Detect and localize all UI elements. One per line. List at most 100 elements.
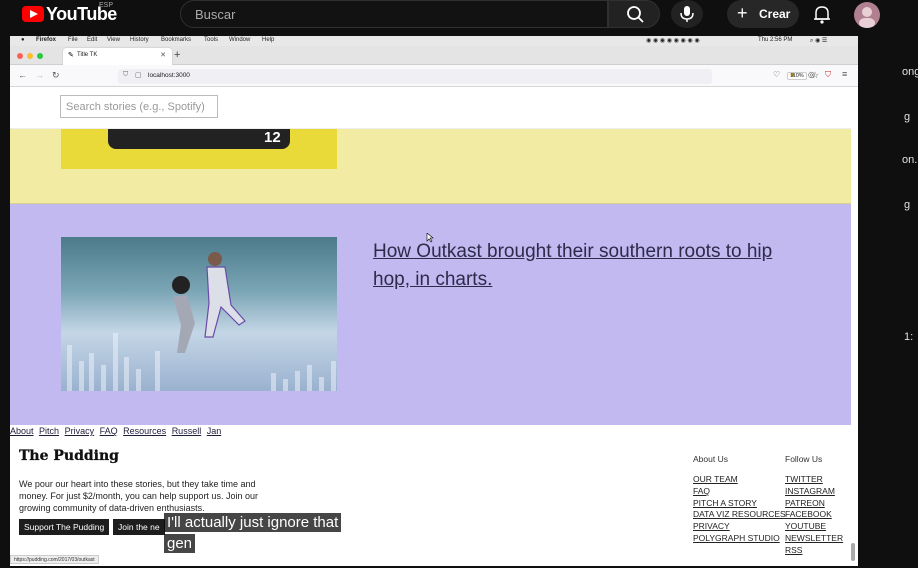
thumbnail-bar (307, 365, 312, 391)
apple-icon[interactable]: ● (21, 37, 25, 43)
follow-item[interactable]: PATREON (785, 498, 825, 508)
about-item[interactable]: DATA VIZ RESOURCES (693, 509, 786, 519)
story-search-input[interactable]: Search stories (e.g., Spotify) (60, 95, 218, 118)
thumbnail-number: 12 (264, 129, 281, 146)
story-title-link[interactable]: How Outkast brought their southern roots… (373, 238, 793, 294)
extension-icon[interactable]: ⛉ (825, 70, 831, 80)
window-close-button[interactable] (17, 53, 23, 59)
url-bar[interactable]: ⛉ ▢ localhost:3000 110% ☆ (118, 69, 819, 84)
youtube-search-placeholder: Buscar (195, 7, 236, 22)
follow-us-heading: Follow Us (785, 454, 823, 464)
youtube-account-avatar[interactable] (854, 2, 880, 28)
footer-link-privacy[interactable]: Privacy (65, 426, 95, 436)
status-icons: ◉ ◉ ◉ ◉ ◉ ◉ ◉ ◉ (646, 38, 700, 44)
tab-close-icon[interactable]: ✕ (160, 51, 166, 59)
url-text: localhost:3000 (148, 72, 190, 79)
footer-link-about[interactable]: About (10, 426, 34, 436)
back-icon[interactable]: ← (18, 70, 27, 80)
thumbnail-bar (136, 369, 141, 391)
menu-hamburger-icon[interactable]: ≡ (842, 69, 847, 79)
thumbnail-bar (89, 353, 94, 391)
follow-item[interactable]: INSTAGRAM (785, 486, 835, 496)
about-item[interactable]: POLYGRAPH STUDIO (693, 533, 780, 543)
youtube-create-button[interactable]: + Crear (727, 0, 799, 28)
menu-bookmarks[interactable]: Bookmarks (161, 37, 191, 43)
menu-history[interactable]: History (130, 37, 149, 43)
firefox-tabbar: ✎ Title TK ✕ + (10, 46, 858, 65)
footer-link-resources[interactable]: Resources (123, 426, 166, 436)
menu-help[interactable]: Help (262, 37, 274, 43)
pudding-support-copy: We pour our heart into these stories, bu… (19, 479, 258, 513)
follow-item[interactable]: RSS (785, 545, 802, 555)
youtube-logo-icon[interactable] (22, 6, 44, 22)
menu-window[interactable]: Window (229, 37, 250, 43)
footer-link-jan[interactable]: Jan (207, 426, 222, 436)
menubar-app-name[interactable]: Firefox (36, 37, 56, 43)
story-thumbnail-yellow[interactable]: 12 (61, 129, 337, 169)
menu-file[interactable]: File (68, 37, 78, 43)
page-info-icon[interactable]: ▢ (135, 71, 142, 79)
youtube-voice-search-button[interactable] (671, 0, 703, 28)
pudding-logo[interactable]: The Pudding (19, 448, 119, 464)
spotlight-icon[interactable]: ⌕ ◉ ☰ (810, 37, 827, 45)
pocket-icon[interactable]: ♡ (773, 70, 780, 79)
thumbnail-bar (79, 361, 84, 391)
follow-item[interactable]: YOUTUBE (785, 521, 826, 531)
mouse-cursor-icon (426, 233, 434, 243)
support-pudding-button[interactable]: Support The Pudding (19, 519, 110, 535)
thumbnail-bar (319, 377, 324, 391)
menu-tools[interactable]: Tools (204, 37, 218, 43)
thumbnail-bar (295, 371, 300, 391)
shared-screen: ● Firefox File Edit View History Bookmar… (10, 36, 858, 566)
follow-item[interactable]: FACEBOOK (785, 509, 832, 519)
join-newsletter-button[interactable]: Join the ne (113, 519, 165, 535)
side-text-fragment: on. (902, 154, 918, 166)
footer-link-faq[interactable]: FAQ (100, 426, 118, 436)
window-minimize-button[interactable] (27, 53, 33, 59)
forward-icon[interactable]: → (35, 70, 44, 80)
footer-link-pitch[interactable]: Pitch (39, 426, 59, 436)
shield-icon[interactable]: ⛉ (123, 71, 128, 79)
thumbnail-bar (331, 361, 336, 391)
video-caption-line: I'll actually just ignore that (164, 513, 342, 532)
youtube-search-button[interactable] (608, 0, 660, 28)
search-icon (627, 6, 644, 23)
youtube-country-code: ESP (99, 2, 114, 9)
footer-link-russell[interactable]: Russell (172, 426, 202, 436)
story-card-yellow[interactable]: 12 (10, 129, 851, 204)
side-text-fragment: 1: (904, 331, 914, 343)
story-thumbnail-outkast[interactable] (61, 237, 337, 391)
about-item[interactable]: PRIVACY (693, 521, 730, 531)
extension-icon[interactable]: ● (790, 70, 795, 79)
reload-icon[interactable]: ↻ (52, 70, 60, 81)
bell-icon (814, 6, 830, 24)
follow-item[interactable]: TWITTER (785, 474, 823, 484)
search-strip: Search stories (e.g., Spotify) (10, 87, 851, 129)
window-zoom-button[interactable] (37, 53, 43, 59)
thumbnail-graphic (108, 129, 290, 149)
page-scrollbar[interactable] (851, 543, 855, 561)
firefox-navbar: ← → ↻ ⛉ ▢ localhost:3000 110% ☆ ♡ ● ◎ ⛉ … (10, 65, 858, 87)
youtube-search-input[interactable]: Buscar (180, 0, 608, 28)
microphone-icon (680, 6, 694, 22)
side-text-fragment: g (904, 111, 911, 123)
about-item[interactable]: PITCH A STORY (693, 498, 757, 508)
outkast-figures-illustration (172, 252, 246, 353)
about-item[interactable]: FAQ (693, 486, 710, 496)
youtube-notifications-button[interactable] (812, 3, 832, 25)
follow-item[interactable]: NEWSLETTER (785, 533, 843, 543)
about-us-heading: About Us (693, 454, 728, 464)
menu-edit[interactable]: Edit (87, 37, 97, 43)
thumbnail-bar (124, 357, 129, 391)
extension-icon[interactable]: ◎ (808, 70, 815, 79)
plus-icon: + (737, 3, 748, 23)
about-item[interactable]: OUR TEAM (693, 474, 738, 484)
new-tab-button[interactable]: + (174, 49, 180, 61)
thumbnail-bar (271, 373, 276, 391)
menu-view[interactable]: View (107, 37, 120, 43)
youtube-create-label: Crear (759, 7, 791, 21)
status-bar-url: https://pudding.com/2017/03/outkast (10, 555, 99, 564)
thumbnail-bar (101, 365, 106, 391)
side-text-fragment: ong (902, 66, 918, 78)
browser-tab[interactable]: ✎ Title TK ✕ (63, 48, 172, 65)
